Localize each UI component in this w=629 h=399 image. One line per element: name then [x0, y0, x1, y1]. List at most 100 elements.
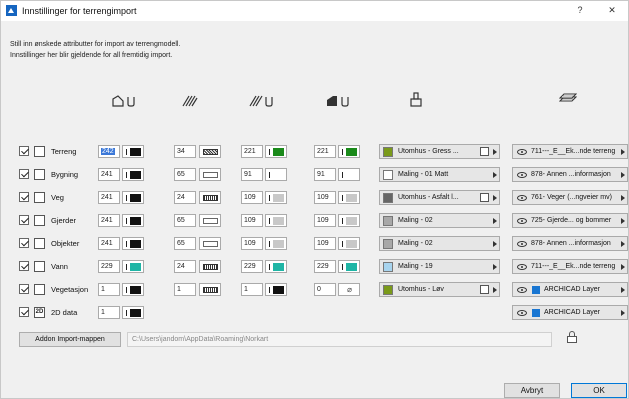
chevron-right-icon [621, 264, 625, 270]
fill-pattern-number-vann[interactable]: 24 [174, 260, 196, 273]
layer-dropdown-objekter[interactable]: 878- Annen ...informasjon [512, 236, 628, 251]
row-bygning: Bygning 241 65 91 91 Maling - 01 Matt 878- Ann… [1, 166, 629, 184]
checkbox-terreng[interactable] [19, 146, 29, 156]
background-pen-number-vann[interactable]: 229 [314, 260, 336, 273]
fill-pen-number-gjerder[interactable]: 109 [241, 214, 263, 227]
surface-material-dropdown-objekter[interactable]: Maling - 02 [379, 236, 500, 251]
fill-pen-number-objekter[interactable]: 109 [241, 237, 263, 250]
line-pen-number-veg[interactable]: 241 [98, 191, 120, 204]
checkbox-veg[interactable] [19, 192, 29, 202]
line-pen-number-gjerder[interactable]: 241 [98, 214, 120, 227]
fill-pattern-number-bygning[interactable]: 65 [174, 168, 196, 181]
row-2d-data: 2D 2D data 1 ARCHICAD Layer [1, 304, 629, 322]
background-pen-number-terreng[interactable]: 221 [314, 145, 336, 158]
line-pen-swatch-2d-data[interactable] [122, 306, 144, 319]
fill-pattern-swatch-veg[interactable] [199, 191, 221, 204]
ok-button[interactable]: OK [571, 383, 627, 398]
layer-dropdown-bygning[interactable]: 878- Annen ...informasjon [512, 167, 628, 182]
background-pen-swatch-objekter[interactable] [338, 237, 360, 250]
background-pen-swatch-gjerder[interactable] [338, 214, 360, 227]
line-pen-value: 242 [101, 148, 115, 155]
chevron-right-icon [493, 172, 497, 178]
background-pen-number-veg[interactable]: 109 [314, 191, 336, 204]
help-button[interactable]: ? [573, 4, 587, 17]
line-pen-swatch-bygning[interactable] [122, 168, 144, 181]
lock-icon[interactable] [567, 331, 577, 343]
cancel-button[interactable]: Avbryt [504, 383, 560, 398]
surface-material-dropdown-vegetasjon[interactable]: Utomhus - Løv [379, 282, 500, 297]
background-pen-number-bygning[interactable]: 91 [314, 168, 336, 181]
background-pen-swatch-vann[interactable] [338, 260, 360, 273]
line-pen-number-objekter[interactable]: 241 [98, 237, 120, 250]
fill-pattern-number-veg[interactable]: 24 [174, 191, 196, 204]
line-pen-number-vegetasjon[interactable]: 1 [98, 283, 120, 296]
background-pen-number-vegetasjon[interactable]: 0 [314, 283, 336, 296]
fill-pen-number-bygning[interactable]: 91 [241, 168, 263, 181]
line-pen-swatch-terreng[interactable] [122, 145, 144, 158]
fill-pen-swatch-vann[interactable] [265, 260, 287, 273]
fill-pattern-number-vegetasjon[interactable]: 1 [174, 283, 196, 296]
checkbox-vann[interactable] [19, 261, 29, 271]
window-title: Innstillinger for terrengimport [22, 6, 137, 16]
fill-pattern-swatch-vegetasjon[interactable] [199, 283, 221, 296]
fill-pen-swatch-terreng[interactable] [265, 145, 287, 158]
fill-pattern-number-objekter[interactable]: 65 [174, 237, 196, 250]
line-pen-swatch-vegetasjon[interactable] [122, 283, 144, 296]
fill-pen-swatch-veg[interactable] [265, 191, 287, 204]
layers-header-icon [559, 93, 577, 102]
close-button[interactable]: ✕ [605, 4, 619, 17]
fill-pen-number-veg[interactable]: 109 [241, 191, 263, 204]
eye-icon [517, 241, 527, 247]
layer-dropdown-terreng[interactable]: 711---_E__Ek...nde terreng [512, 144, 628, 159]
surface-material-dropdown-vann[interactable]: Maling - 19 [379, 259, 500, 274]
fill-pen-swatch-bygning[interactable] [265, 168, 287, 181]
line-pen-number-vann[interactable]: 229 [98, 260, 120, 273]
checkbox-bygning[interactable] [19, 169, 29, 179]
layer-dropdown-vann[interactable]: 711---_E__Ek...nde terreng [512, 259, 628, 274]
line-pen-number-2d-data[interactable]: 1 [98, 306, 120, 319]
layer-dropdown-veg[interactable]: 761- Veger (...ngveier mv) [512, 190, 628, 205]
checkbox-2d-data[interactable] [19, 307, 29, 317]
background-pen-swatch-vegetasjon[interactable]: ⌀ [338, 283, 360, 296]
terrain-icon [34, 146, 45, 157]
line-pen-swatch-gjerder[interactable] [122, 214, 144, 227]
fill-pattern-swatch-terreng[interactable] [199, 145, 221, 158]
surface-material-dropdown-veg[interactable]: Utomhus - Asfalt l... [379, 190, 500, 205]
line-pen-number-bygning[interactable]: 241 [98, 168, 120, 181]
fill-pattern-number-terreng[interactable]: 34 [174, 145, 196, 158]
background-pen-swatch-veg[interactable] [338, 191, 360, 204]
fill-pattern-swatch-objekter[interactable] [199, 237, 221, 250]
line-pen-value: 229 [101, 263, 113, 270]
checkbox-gjerder[interactable] [19, 215, 29, 225]
layer-dropdown-vegetasjon[interactable]: ARCHICAD Layer [512, 282, 628, 297]
fill-pattern-swatch-gjerder[interactable] [199, 214, 221, 227]
checkbox-vegetasjon[interactable] [19, 284, 29, 294]
fill-pen-swatch-objekter[interactable] [265, 237, 287, 250]
line-pen-swatch-vann[interactable] [122, 260, 144, 273]
fill-pen-number-vegetasjon[interactable]: 1 [241, 283, 263, 296]
layer-dropdown-gjerder[interactable]: 725- Gjerde... og bommer [512, 213, 628, 228]
fill-pen-number-vann[interactable]: 229 [241, 260, 263, 273]
background-pen-number-objekter[interactable]: 109 [314, 237, 336, 250]
background-pen-swatch-terreng[interactable] [338, 145, 360, 158]
line-pen-value: 241 [101, 194, 113, 201]
fill-pattern-swatch-vann[interactable] [199, 260, 221, 273]
fill-pattern-swatch-bygning[interactable] [199, 168, 221, 181]
eye-icon [517, 218, 527, 224]
surface-material-dropdown-bygning[interactable]: Maling - 01 Matt [379, 167, 500, 182]
fill-pen-number-terreng[interactable]: 221 [241, 145, 263, 158]
fill-pattern-number-gjerder[interactable]: 65 [174, 214, 196, 227]
chevron-right-icon [621, 310, 625, 316]
fill-pen-swatch-vegetasjon[interactable] [265, 283, 287, 296]
line-pen-swatch-objekter[interactable] [122, 237, 144, 250]
surface-material-dropdown-gjerder[interactable]: Maling - 02 [379, 213, 500, 228]
fill-pen-swatch-gjerder[interactable] [265, 214, 287, 227]
background-pen-swatch-bygning[interactable] [338, 168, 360, 181]
line-pen-swatch-veg[interactable] [122, 191, 144, 204]
checkbox-objekter[interactable] [19, 238, 29, 248]
layer-dropdown-2d-data[interactable]: ARCHICAD Layer [512, 305, 628, 320]
addon-import-folder-button[interactable]: Addon Import-mappen [19, 332, 121, 347]
background-pen-number-gjerder[interactable]: 109 [314, 214, 336, 227]
surface-material-dropdown-terreng[interactable]: Utomhus - Gress ... [379, 144, 500, 159]
line-pen-number-terreng[interactable]: 242 [98, 145, 120, 158]
